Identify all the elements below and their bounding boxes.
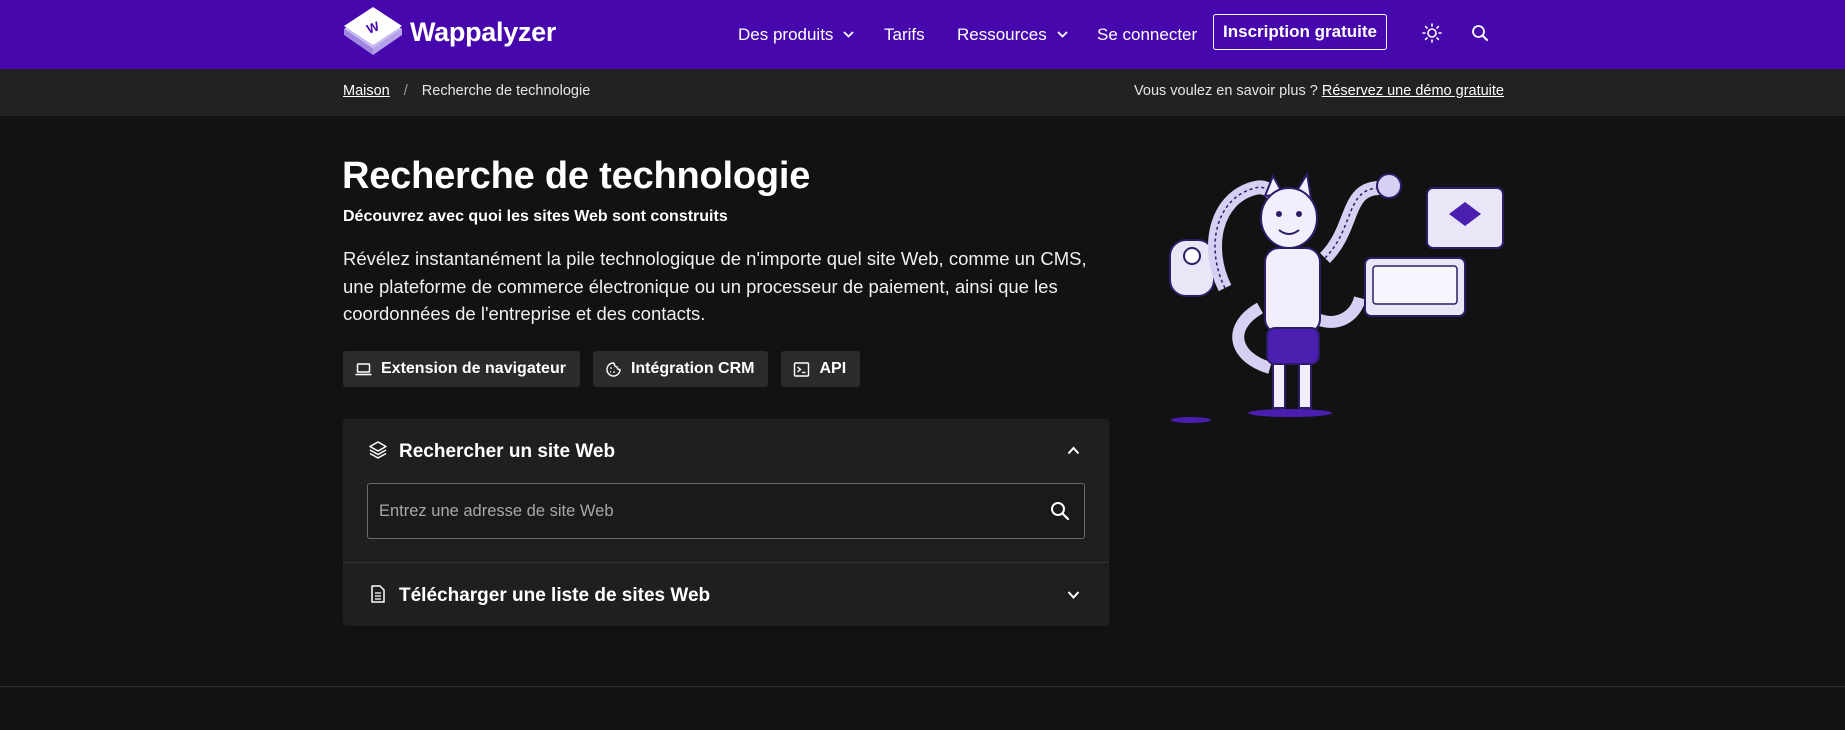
nav-login[interactable]: Se connecter xyxy=(1097,25,1197,45)
search-icon[interactable] xyxy=(1469,22,1491,44)
chevron-down-icon xyxy=(843,31,855,38)
breadcrumb-separator: / xyxy=(403,83,408,99)
crm-integration-button[interactable]: Intégration CRM xyxy=(592,351,769,387)
brand-name: Wappalyzer xyxy=(410,16,557,47)
page-description: Révélez instantanément la pile technolog… xyxy=(343,248,1087,324)
nav-resources-label: Ressources xyxy=(957,24,1047,44)
nav-products-label: Des produits xyxy=(738,24,834,44)
lookup-panel: Rechercher un site Web Télécharger une l… xyxy=(343,419,1109,626)
demo-link[interactable]: Réservez une démo gratuite xyxy=(1322,83,1504,99)
nav-pricing-label: Tarifs xyxy=(884,24,925,44)
nav-login-label: Se connecter xyxy=(1097,24,1198,44)
chevron-down-icon xyxy=(1067,591,1080,599)
top-navbar: W Wappalyzer Des produits Tarifs Ressour… xyxy=(0,0,1845,69)
nav-login-wrap: Se connecter xyxy=(1097,0,1197,69)
chevron-down-icon xyxy=(1057,31,1068,38)
document-list-icon xyxy=(371,585,385,603)
wappalyzer-logo-icon: W xyxy=(344,7,402,55)
page-subtitle: Découvrez avec quoi les sites Web sont c… xyxy=(343,208,728,225)
website-search-field xyxy=(367,483,1085,539)
api-label: API xyxy=(819,360,847,377)
upload-list-title: Télécharger une liste de sites Web xyxy=(399,585,711,606)
browser-extension-button[interactable]: Extension de navigateur xyxy=(343,351,580,387)
robot-cat-illustration xyxy=(1169,171,1504,423)
terminal-icon xyxy=(794,361,810,377)
search-icon[interactable] xyxy=(1049,500,1071,522)
signup-button[interactable]: Inscription gratuite xyxy=(1213,14,1387,50)
website-lookup-accordion[interactable]: Rechercher un site Web xyxy=(343,419,1109,483)
promo: Vous voulez en savoir plus ? Réservez un… xyxy=(1134,83,1504,99)
promo-text: Vous voulez en savoir plus ? xyxy=(1134,83,1318,99)
crm-integration-label: Intégration CRM xyxy=(630,360,755,377)
logo[interactable]: W Wappalyzer xyxy=(342,7,556,57)
nav-products-wrap: Des produits xyxy=(738,0,855,69)
browser-extension-label: Extension de navigateur xyxy=(381,360,566,377)
page-title: Recherche de technologie xyxy=(342,155,811,197)
website-url-input[interactable] xyxy=(368,484,1028,538)
breadcrumb-bar: Maison / Recherche de technologie Vous v… xyxy=(0,69,1845,116)
sun-icon[interactable] xyxy=(1421,22,1443,44)
section-divider xyxy=(0,686,1845,687)
laptop-icon xyxy=(355,362,372,375)
feature-chips: Extension de navigateur Intégration CRM … xyxy=(343,351,861,387)
upload-list-accordion[interactable]: Télécharger une liste de sites Web xyxy=(343,563,1109,627)
layers-icon xyxy=(369,441,387,459)
nav-pricing-wrap: Tarifs xyxy=(884,0,925,69)
breadcrumb-home-link[interactable]: Maison xyxy=(343,83,390,99)
nav-resources-wrap: Ressources xyxy=(957,0,1068,69)
breadcrumb-current: Recherche de technologie xyxy=(421,83,591,99)
nav-resources[interactable]: Ressources xyxy=(957,25,1068,45)
api-button[interactable]: API xyxy=(781,351,861,387)
website-lookup-title: Rechercher un site Web xyxy=(399,441,616,462)
breadcrumb: Maison / Recherche de technologie xyxy=(343,83,590,99)
cookie-icon xyxy=(606,361,621,377)
nav-products[interactable]: Des produits xyxy=(738,24,855,45)
nav-pricing[interactable]: Tarifs xyxy=(884,25,925,45)
chevron-up-icon xyxy=(1067,446,1080,455)
